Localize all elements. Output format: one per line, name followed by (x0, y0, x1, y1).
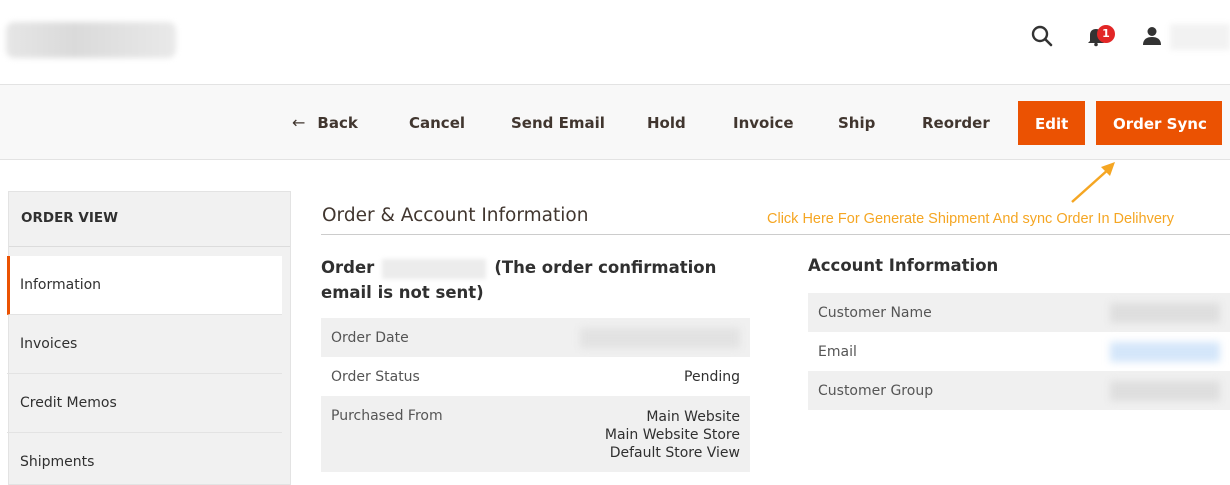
edit-button[interactable]: Edit (1018, 101, 1086, 145)
sidebar-item-credit-memos[interactable]: Credit Memos (7, 374, 282, 433)
email-value-link[interactable] (1110, 341, 1220, 362)
back-label: Back (317, 114, 358, 132)
hold-button[interactable]: Hold (647, 101, 686, 145)
order-date-value (580, 327, 740, 348)
sidebar-item-shipments[interactable]: Shipments (7, 433, 282, 485)
cancel-button[interactable]: Cancel (409, 101, 465, 145)
customer-name-row: Customer Name (808, 293, 1230, 332)
email-row: Email (808, 332, 1230, 371)
purchased-from-website: Main Website (646, 409, 740, 425)
order-heading-prefix: Order (321, 258, 375, 277)
order-status-value: Pending (684, 368, 740, 385)
customer-group-row: Customer Group (808, 371, 1230, 410)
notification-badge[interactable]: 1 (1097, 25, 1115, 43)
account-info-heading: Account Information (808, 256, 999, 275)
order-heading: Order (The order confirmation email is no… (321, 255, 721, 305)
ship-button[interactable]: Ship (838, 101, 875, 145)
customer-group-value (1110, 380, 1220, 401)
account-info-table: Customer Name Email Customer Group (808, 293, 1230, 410)
purchased-from-row: Purchased From Main Website Main Website… (321, 396, 750, 472)
search-icon[interactable] (1030, 24, 1054, 48)
user-name[interactable] (1170, 24, 1230, 50)
page-actions-toolbar: ← Back Cancel Send Email Hold Invoice Shi… (0, 84, 1230, 160)
order-status-label: Order Status (331, 368, 420, 385)
sidebar-item-invoices[interactable]: Invoices (7, 315, 282, 374)
admin-header: 1 (0, 0, 1230, 84)
section-title: Order & Account Information (322, 205, 589, 226)
purchased-from-store: Main Website Store (604, 427, 740, 443)
customer-name-value[interactable] (1110, 302, 1220, 323)
logo (6, 22, 176, 58)
callout-arrow-icon (1071, 162, 1115, 203)
invoice-button[interactable]: Invoice (733, 101, 794, 145)
sidebar-title: ORDER VIEW (9, 192, 290, 247)
order-status-row: Order Status Pending (321, 357, 750, 396)
send-email-button[interactable]: Send Email (511, 101, 605, 145)
sidebar-item-information[interactable]: Information (7, 256, 282, 315)
arrow-left-icon: ← (292, 113, 306, 132)
reorder-button[interactable]: Reorder (922, 101, 990, 145)
purchased-from-label: Purchased From (331, 408, 443, 424)
callout-text: Click Here For Generate Shipment And syn… (767, 211, 1174, 227)
order-info-table: Order Date Order Status Pending Purchase… (321, 318, 750, 472)
purchased-from-store-view: Default Store View (609, 445, 740, 461)
email-label: Email (818, 343, 857, 360)
customer-name-label: Customer Name (818, 304, 932, 321)
user-icon[interactable] (1140, 24, 1164, 48)
order-heading-suffix: (The order confirmation email is not sen… (321, 258, 717, 302)
section-divider (321, 234, 1230, 235)
customer-group-label: Customer Group (818, 382, 934, 399)
order-date-row: Order Date (321, 318, 750, 357)
order-id (382, 258, 487, 279)
order-date-label: Order Date (331, 329, 409, 346)
back-button[interactable]: ← Back (292, 101, 358, 145)
order-sync-button[interactable]: Order Sync (1096, 101, 1222, 145)
purchased-from-value: Main Website Main Website Store Default … (605, 408, 740, 472)
